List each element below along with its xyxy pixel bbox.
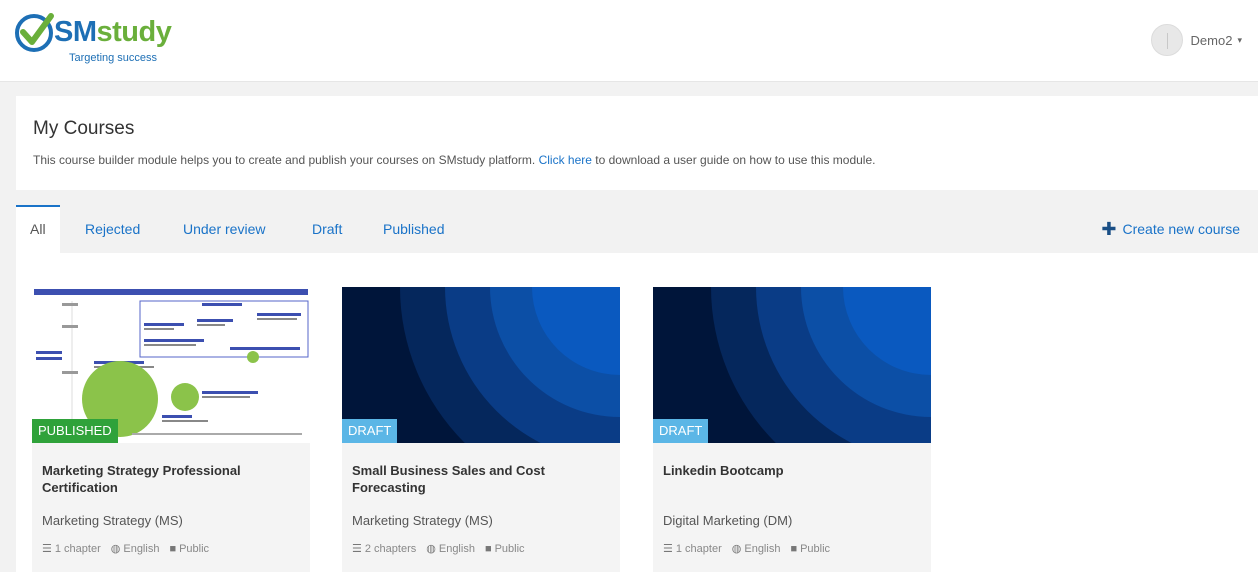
course-title[interactable]: Marketing Strategy Professional Certific… [42,462,292,496]
create-new-course-label: Create new course [1122,221,1240,237]
language-text: English [744,542,781,555]
globe-icon: ◍ [426,543,436,555]
course-visibility: ■ Public [485,543,525,555]
page-description: This course builder module helps you to … [33,153,875,167]
create-new-course-button[interactable]: ✚ Create new course [1101,205,1240,253]
course-thumbnail: DRAFT [342,287,620,443]
course-card[interactable]: PUBLISHED Marketing Strategy Professiona… [32,287,310,572]
tab-rejected[interactable]: Rejected [85,205,140,253]
chapters-text: 2 chapters [364,542,417,555]
course-meta: ☰ 1 chapter ◍ English ■ Public [663,542,830,556]
logo-tagline: Targeting success [69,52,158,64]
description-text-after: to download a user guide on how to use t… [591,153,876,167]
course-title[interactable]: Small Business Sales and Cost Forecastin… [352,462,602,496]
chapters-count: ☰ 1 chapter [42,542,101,556]
globe-icon: ◍ [110,543,121,555]
logo-text-sm: SM [54,16,97,48]
chapters-text: 1 chapter [675,542,722,555]
chapters-text: 1 chapter [54,542,101,555]
status-badge: DRAFT [342,419,398,443]
course-meta: ☰ 1 chapter ◍ English ■ Public [42,542,209,556]
course-visibility: ■ Public [790,543,830,555]
visibility-text: Public [179,542,210,555]
course-title[interactable]: Linkedin Bootcamp [663,462,913,479]
course-meta: ☰ 2 chapters ◍ English ■ Public [352,542,525,556]
user-guide-link[interactable]: Click here [539,153,592,167]
user-name: Demo2 [1190,32,1233,48]
course-category: Marketing Strategy (MS) [352,513,493,528]
tab-draft[interactable]: Draft [312,205,342,253]
course-card[interactable]: DRAFT Linkedin Bootcamp Digital Marketin… [653,287,931,572]
status-badge: PUBLISHED [32,419,118,443]
visibility-text: Public [800,542,831,555]
tab-all[interactable]: All [16,205,60,253]
chapters-count: ☰ 2 chapters [352,542,417,556]
logo-text-study: study [96,16,172,48]
description-text-before: This course builder module helps you to … [33,153,539,167]
briefcase-icon: ■ [484,542,492,555]
language-text: English [123,542,160,555]
course-language: ◍ English [110,542,160,556]
language-text: English [438,542,475,555]
page-title: My Courses [33,118,135,139]
chapters-count: ☰ 1 chapter [663,542,722,556]
course-category: Digital Marketing (DM) [663,513,793,528]
list-icon: ☰ [663,543,673,555]
course-language: ◍ English [426,542,475,556]
status-badge: DRAFT [653,419,709,443]
course-filter-tabs: All Rejected Under review Draft Publishe… [16,205,1258,253]
plus-icon: ✚ [1101,219,1117,239]
list-icon: ☰ [42,543,52,555]
tab-under-review[interactable]: Under review [183,205,265,253]
briefcase-icon: ■ [790,542,798,555]
avatar [1150,24,1183,56]
visibility-text: Public [494,542,525,555]
tab-published[interactable]: Published [383,205,445,253]
user-menu[interactable]: Demo2 ▾ [1150,22,1242,58]
globe-icon: ◍ [731,543,742,555]
page-header-panel: My Courses This course builder module he… [16,96,1258,190]
course-category: Marketing Strategy (MS) [42,513,183,528]
course-thumbnail: PUBLISHED [32,287,310,443]
chevron-down-icon: ▾ [1237,34,1242,45]
briefcase-icon: ■ [169,542,177,555]
list-icon: ☰ [352,543,362,555]
smstudy-logo[interactable]: SMstudy Targeting success [14,10,194,70]
logo-wordmark: SMstudy [54,14,172,50]
course-card[interactable]: DRAFT Small Business Sales and Cost Fore… [342,287,620,572]
course-language: ◍ English [731,542,781,556]
top-bar: SMstudy Targeting success Demo2 ▾ [0,0,1258,82]
course-thumbnail: DRAFT [653,287,931,443]
smstudy-check-logo-icon [15,13,54,52]
course-grid: PUBLISHED Marketing Strategy Professiona… [16,253,1258,572]
course-visibility: ■ Public [169,543,209,555]
